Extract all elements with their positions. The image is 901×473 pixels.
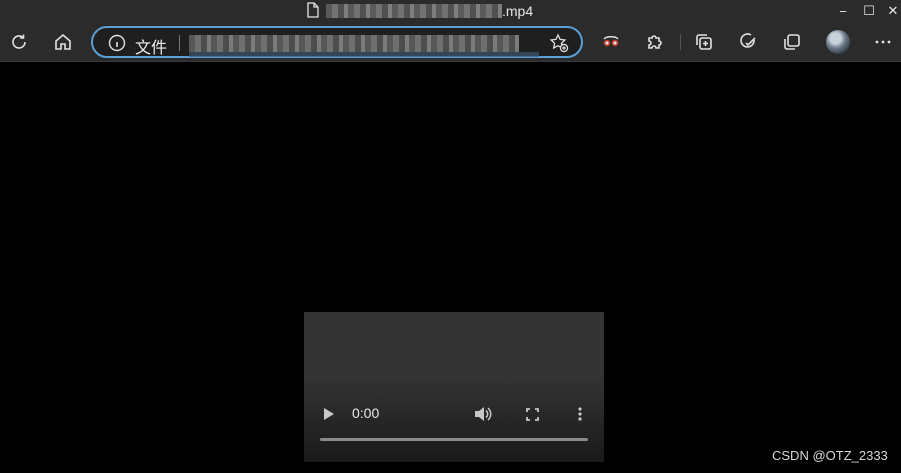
heart-shield-icon xyxy=(740,33,756,48)
fullscreen-button[interactable] xyxy=(523,405,541,423)
add-favorite-icon[interactable] xyxy=(549,33,569,53)
vertical-dots-icon xyxy=(578,407,582,421)
home-button[interactable] xyxy=(49,28,77,56)
minimize-button[interactable]: − xyxy=(834,2,852,20)
redacted-filename xyxy=(326,4,502,18)
title-bar: .mp4 − ☐ ✕ xyxy=(0,0,901,22)
collections-button[interactable] xyxy=(690,28,718,56)
info-icon[interactable] xyxy=(108,34,126,52)
redacted-url-underline xyxy=(189,52,539,57)
tracking-prevention-button[interactable] xyxy=(597,28,625,56)
volume-button[interactable] xyxy=(473,404,493,424)
puzzle-icon xyxy=(648,35,662,49)
redacted-url[interactable] xyxy=(189,35,519,52)
profile-avatar[interactable] xyxy=(826,30,850,54)
progress-bar[interactable] xyxy=(320,438,588,441)
browser-toolbar: 文件 xyxy=(0,22,901,62)
title-extension: .mp4 xyxy=(502,3,534,19)
watermark: CSDN @OTZ_2333 xyxy=(772,448,888,463)
screenshot-button[interactable] xyxy=(778,28,806,56)
video-player[interactable]: 0:00 xyxy=(304,312,604,462)
close-button[interactable]: ✕ xyxy=(884,2,901,20)
refresh-button[interactable] xyxy=(5,28,33,56)
play-icon xyxy=(324,408,334,420)
collections-icon xyxy=(696,34,712,50)
more-dots-icon xyxy=(875,40,891,44)
play-button[interactable] xyxy=(320,405,338,423)
glasses-icon xyxy=(603,36,619,47)
extensions-button[interactable] xyxy=(641,28,669,56)
browser-essentials-button[interactable] xyxy=(734,28,762,56)
window-title: .mp4 xyxy=(306,1,534,21)
address-divider xyxy=(179,35,180,51)
more-menu-button[interactable] xyxy=(869,28,897,56)
refresh-icon xyxy=(12,34,26,49)
volume-icon xyxy=(475,407,492,421)
maximize-button[interactable]: ☐ xyxy=(860,2,878,20)
file-icon xyxy=(306,1,320,21)
address-scheme-label: 文件 xyxy=(135,40,168,57)
toolbar-separator xyxy=(680,34,681,50)
video-options-button[interactable] xyxy=(572,405,588,423)
address-bar[interactable]: 文件 xyxy=(91,26,583,58)
copy-icon xyxy=(784,34,800,50)
fullscreen-icon xyxy=(525,407,539,421)
current-time: 0:00 xyxy=(352,405,380,421)
home-icon xyxy=(55,33,71,50)
